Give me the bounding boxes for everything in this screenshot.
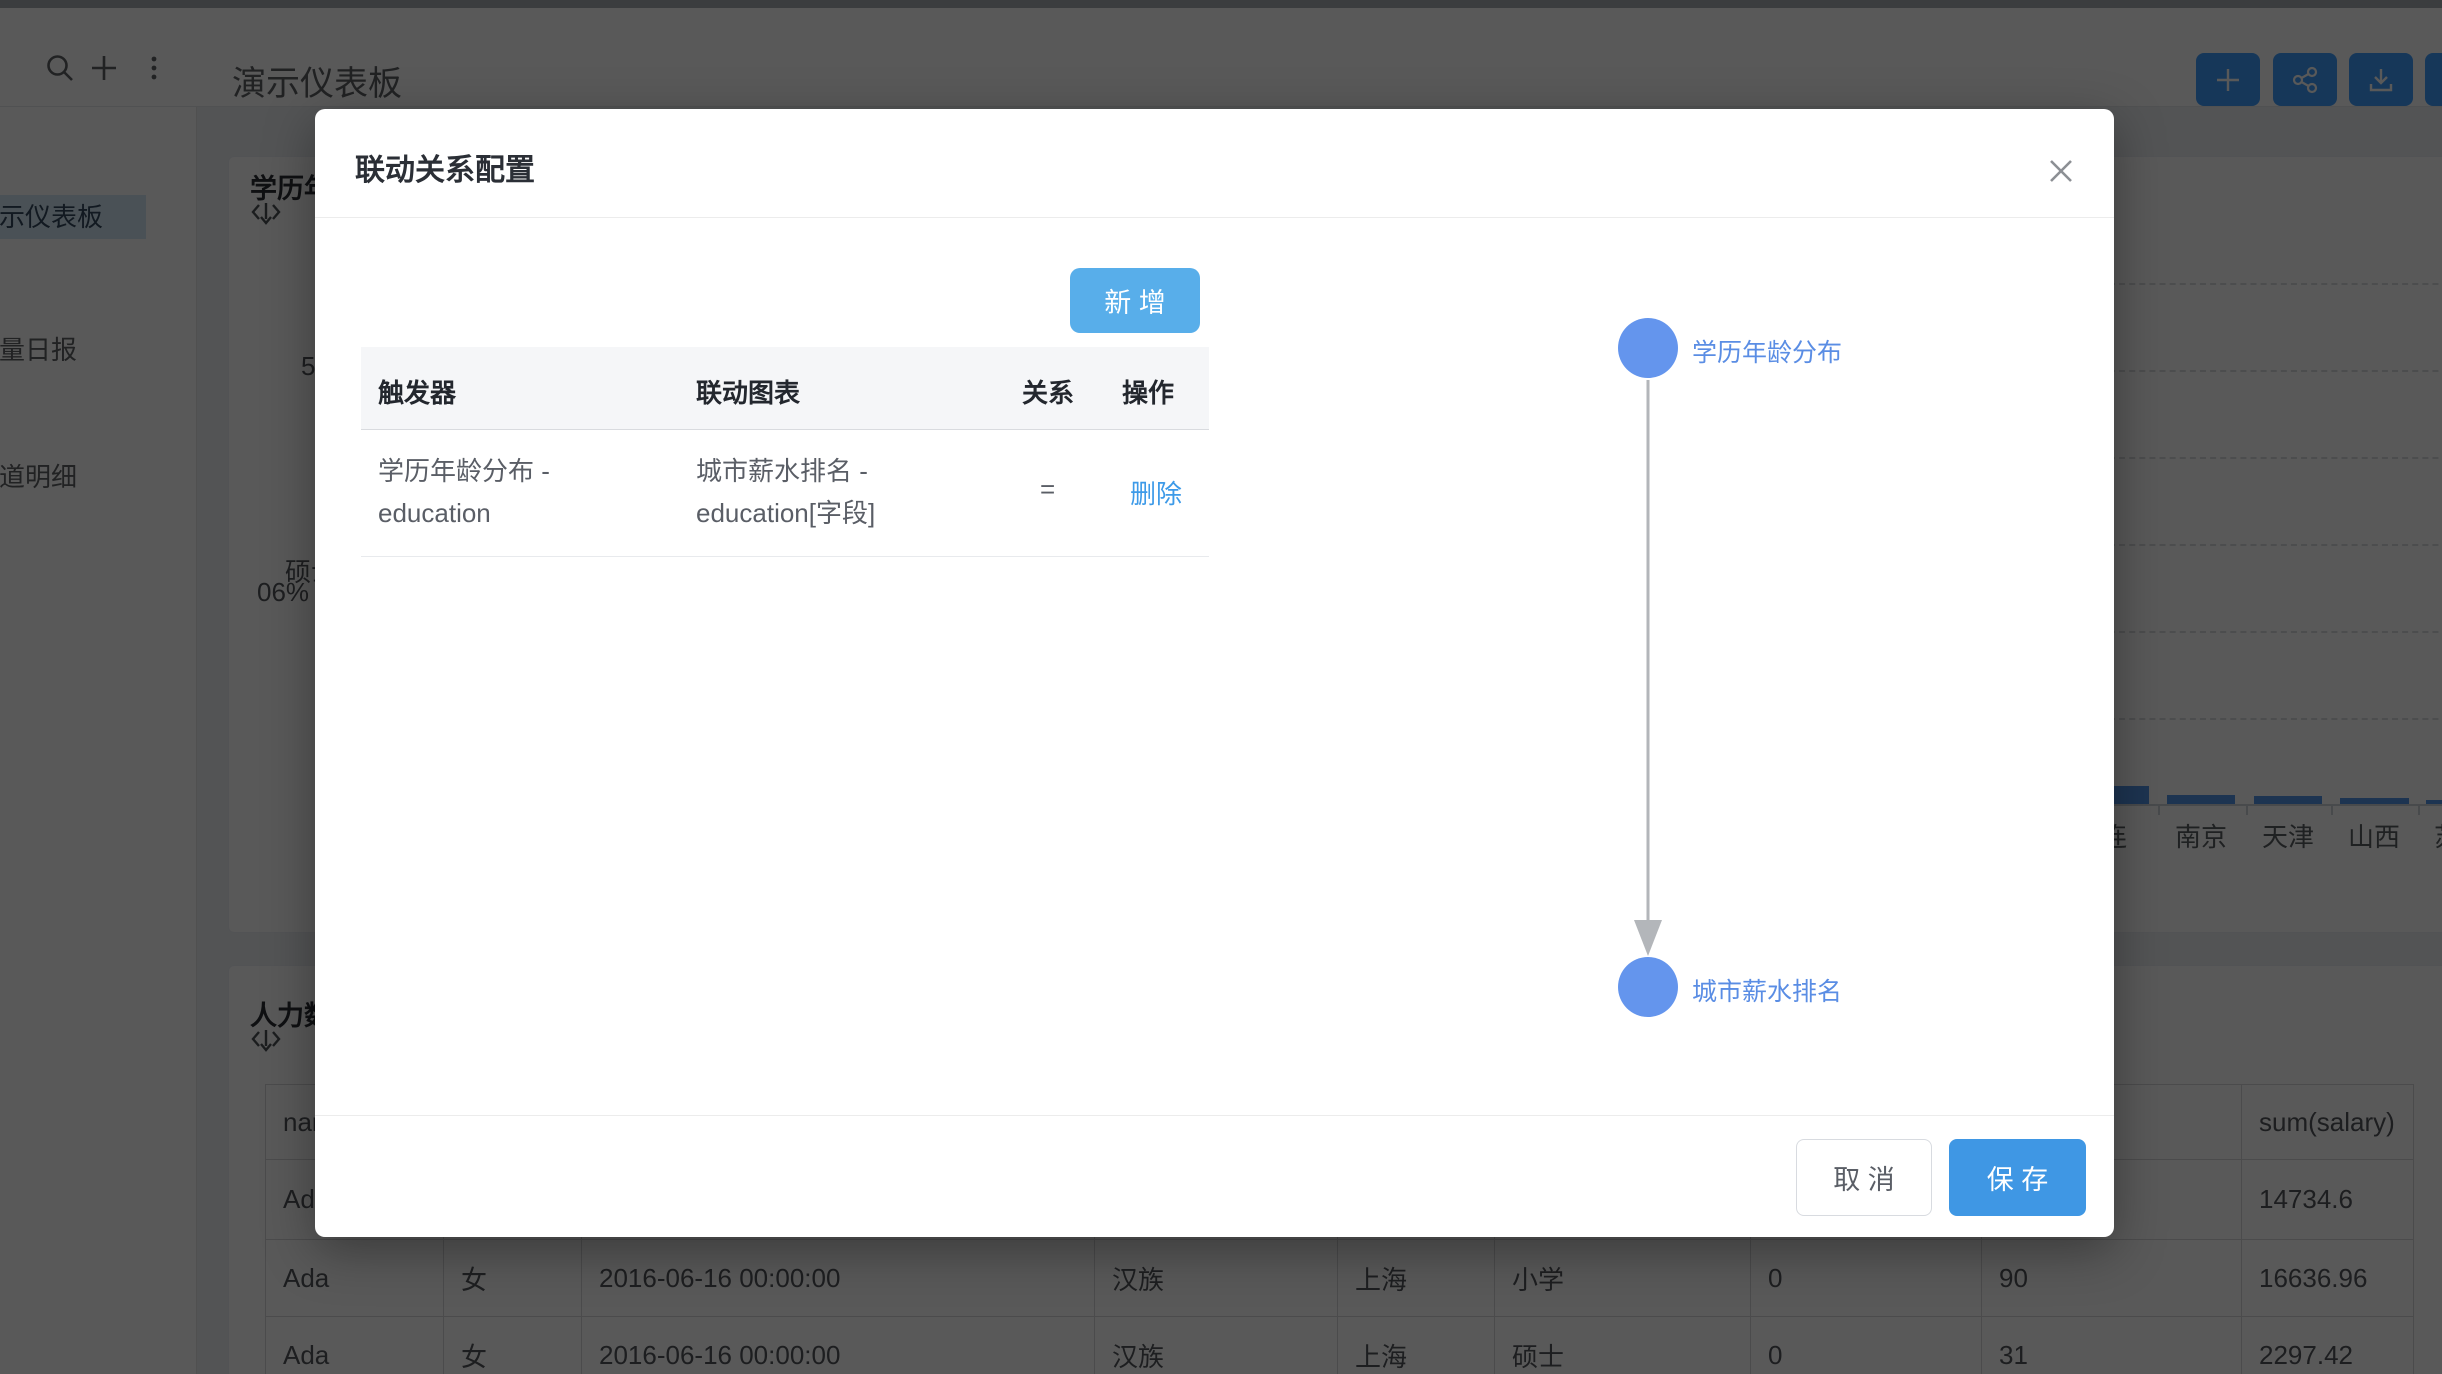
linked-chart-cell: 城市薪水排名 - education[字段]: [696, 450, 875, 534]
linkage-table: 触发器 联动图表 关系 操作 学历年龄分布 - education 城市薪水排名…: [361, 347, 1209, 557]
linkage-config-dialog: 联动关系配置 新 增 触发器 联动图表 关系 操作 学历年龄分布 - educa…: [315, 109, 2114, 1237]
footer-divider: [315, 1115, 2114, 1116]
linkage-diagram: [1608, 308, 1688, 1028]
save-button[interactable]: 保 存: [1949, 1139, 2086, 1216]
col-operation: 操作: [1122, 373, 1174, 410]
source-node-label: 学历年龄分布: [1692, 333, 1842, 369]
trigger-cell: 学历年龄分布 - education: [378, 450, 550, 534]
add-linkage-button[interactable]: 新 增: [1070, 268, 1200, 333]
col-linked-chart: 联动图表: [696, 373, 800, 410]
relation-value: =: [1040, 474, 1055, 505]
close-icon[interactable]: [2029, 139, 2093, 203]
delete-link[interactable]: 删除: [1130, 474, 1182, 511]
dialog-title: 联动关系配置: [355, 145, 535, 189]
target-node-label: 城市薪水排名: [1692, 972, 1842, 1008]
dialog-header: 联动关系配置: [315, 109, 2114, 218]
source-node[interactable]: [1618, 318, 1678, 378]
linkage-table-header: 触发器 联动图表 关系 操作: [361, 347, 1209, 430]
cancel-button[interactable]: 取 消: [1796, 1139, 1932, 1216]
col-relation: 关系: [1022, 373, 1074, 410]
col-trigger: 触发器: [378, 373, 456, 410]
target-node[interactable]: [1618, 957, 1678, 1017]
linkage-table-row: 学历年龄分布 - education 城市薪水排名 - education[字段…: [361, 430, 1209, 557]
